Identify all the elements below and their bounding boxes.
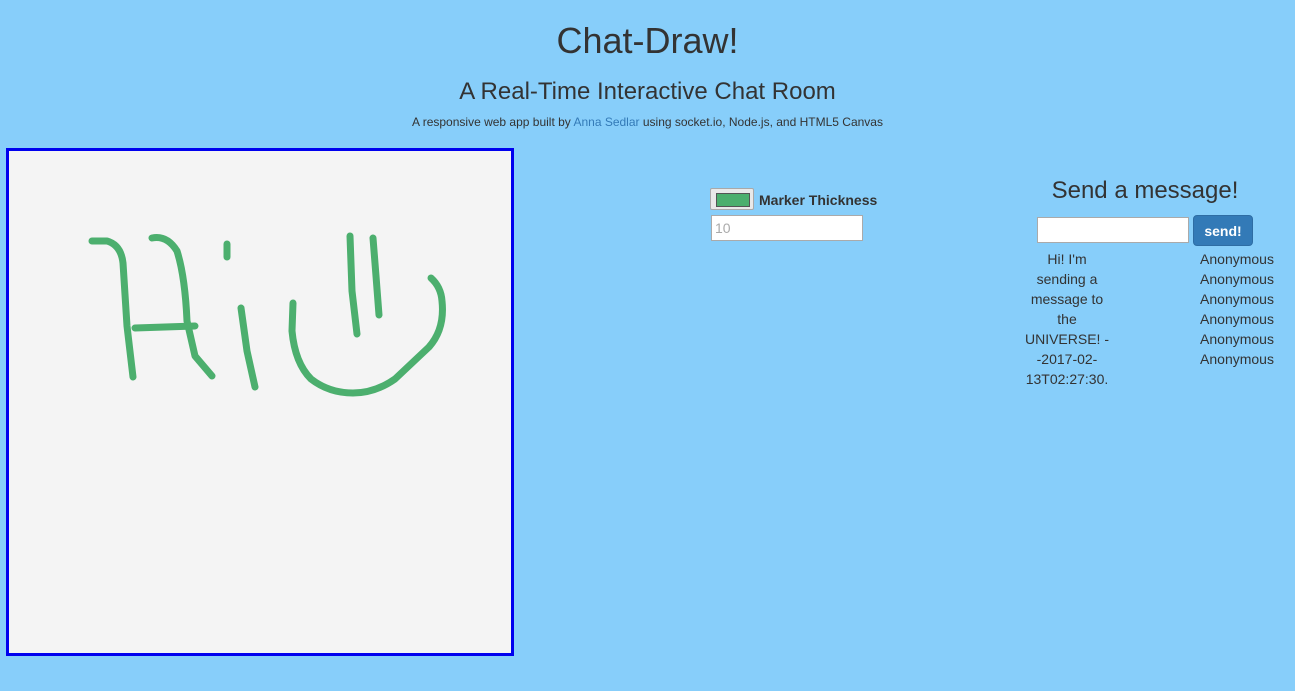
message-author: Anonymous [1200,331,1274,347]
page-title: Chat-Draw! [556,20,739,61]
stroke-h-left [88,237,137,381]
message-author: Anonymous [1200,291,1274,307]
message-text: Hi! I'm sending a message to the UNIVERS… [1024,251,1109,387]
page: Chat-Draw! A Real-Time Interactive Chat … [0,0,1295,691]
stroke-h-right [148,234,216,380]
author-link[interactable]: Anna Sedlar [573,115,639,129]
drawing-surface[interactable] [9,151,511,653]
marker-color-picker[interactable] [710,188,754,210]
page-subtitle: A Real-Time Interactive Chat Room [459,78,836,105]
message-author: Anonymous [1200,311,1274,327]
byline-suffix: using socket.io, Node.js, and HTML5 Canv… [639,115,883,129]
marker-thickness-label: Marker Thickness [759,192,878,208]
drawing-canvas[interactable] [6,148,514,656]
byline: A responsive web app built by Anna Sedla… [0,115,1295,129]
stroke-eye-right [369,234,383,319]
message-author: Anonymous [1200,351,1274,367]
marker-thickness-input[interactable] [711,215,863,241]
drawn-strokes [88,232,446,397]
byline-prefix: A responsive web app built by [412,115,574,129]
stroke-eye-left [346,232,361,338]
chat-title: Send a message! [1051,177,1239,204]
send-button[interactable]: send! [1193,215,1253,246]
stroke-i-body [237,304,259,391]
marker-color-fill [716,193,750,207]
message-author: Anonymous [1200,271,1274,287]
message-input[interactable] [1037,217,1189,243]
message-author: Anonymous [1200,251,1274,267]
message-authors: Anonymous Anonymous Anonymous Anonymous … [1192,249,1282,369]
stroke-smile [288,274,446,397]
